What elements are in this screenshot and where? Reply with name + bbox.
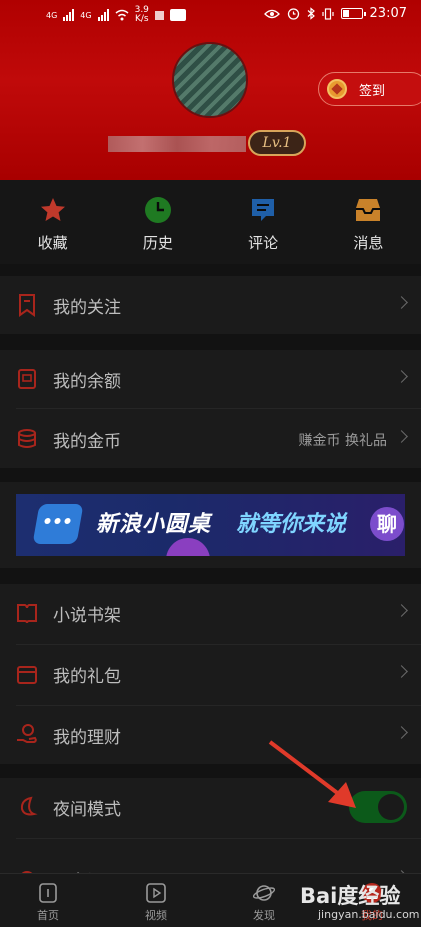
gift-icon	[17, 666, 37, 684]
quick-action-comments[interactable]: 评论	[211, 180, 316, 264]
menu-label: 我的理财	[53, 728, 121, 748]
status-left: 4G 4G 3.9 K/s	[46, 6, 186, 24]
coins-icon	[18, 429, 36, 448]
tab-video[interactable]: 视频	[126, 874, 186, 927]
row-divider	[16, 838, 421, 839]
clock-icon	[144, 197, 171, 223]
quick-action-label: 历史	[142, 234, 173, 252]
chevron-right-icon	[395, 370, 408, 383]
baidu-jingyan-watermark: Bai度经验 jingyan.baidu.com	[300, 880, 420, 924]
clock-time: 23:07	[369, 6, 407, 21]
banner-badge: 聊	[370, 507, 404, 541]
promo-banner[interactable]: 新浪小圆桌 就等你来说 聊	[16, 494, 405, 556]
profile-header: 4G 4G 3.9 K/s 23:07 签到 Lv.1	[0, 0, 421, 180]
home-icon	[39, 883, 57, 903]
signal-icon	[63, 9, 75, 21]
status-bar: 4G 4G 3.9 K/s 23:07	[0, 0, 421, 30]
menu-label: 我的礼包	[53, 667, 121, 687]
menu-section-wallet: 我的余额 我的金币 赚金币 换礼品	[0, 350, 421, 468]
coin-icon	[327, 79, 347, 99]
menu-label: 我的关注	[53, 298, 121, 318]
network-type-left: 4G	[46, 10, 58, 20]
menu-row-bookshelf[interactable]: 小说书架	[0, 584, 421, 642]
avatar[interactable]	[172, 42, 248, 118]
quick-action-label: 收藏	[37, 234, 68, 252]
menu-label: 小说书架	[53, 606, 121, 626]
banner-decoration	[166, 538, 210, 556]
username-blurred	[108, 136, 246, 152]
app-notification-icon	[169, 9, 186, 21]
network-type-right: 4G	[80, 10, 92, 20]
planet-icon	[253, 885, 275, 901]
chevron-right-icon	[395, 604, 408, 617]
chevron-right-icon	[395, 296, 408, 309]
coins-subtext: 赚金币 换礼品	[298, 433, 387, 449]
bluetooth-icon	[307, 7, 315, 20]
vibrate-icon	[321, 7, 334, 20]
speed-unit: K/s	[134, 14, 149, 24]
chevron-right-icon	[395, 726, 408, 739]
quick-action-favorites[interactable]: 收藏	[0, 180, 105, 264]
menu-row-follow[interactable]: 我的关注	[0, 276, 421, 334]
wifi-icon	[115, 9, 129, 21]
banner-slogan: 就等你来说	[236, 512, 347, 537]
row-divider	[16, 408, 421, 409]
eye-icon	[263, 9, 280, 18]
chevron-right-icon	[395, 665, 408, 678]
quick-action-label: 评论	[248, 234, 279, 252]
alarm-icon	[287, 8, 299, 20]
tab-discover[interactable]: 发现	[234, 874, 294, 927]
chat-bubble-icon	[32, 504, 84, 544]
tab-label: 首页	[37, 909, 59, 922]
toggle-knob	[378, 794, 404, 820]
inbox-icon	[356, 199, 381, 221]
chevron-right-icon	[395, 430, 408, 443]
watermark-url: jingyan.baidu.com	[318, 908, 420, 921]
notification-icon	[154, 10, 164, 20]
signin-label: 签到	[359, 83, 386, 99]
menu-label: 夜间模式	[53, 800, 121, 820]
comment-icon	[252, 199, 275, 221]
menu-section-follow: 我的关注	[0, 276, 421, 334]
quick-action-messages[interactable]: 消息	[316, 180, 421, 264]
moon-icon	[20, 796, 38, 816]
network-speed: 3.9 K/s	[135, 6, 149, 24]
star-icon	[40, 198, 65, 221]
menu-label: 我的余额	[53, 372, 121, 392]
banner-title: 新浪小圆桌	[96, 512, 212, 537]
bookmark-icon	[19, 294, 35, 317]
quick-action-history[interactable]: 历史	[105, 180, 210, 264]
menu-row-balance[interactable]: 我的余额	[0, 350, 421, 408]
tab-label: 视频	[145, 909, 167, 922]
battery-level	[342, 10, 349, 17]
menu-row-coins[interactable]: 我的金币 赚金币 换礼品	[0, 410, 421, 468]
battery-icon	[340, 8, 366, 19]
quick-actions: 收藏 历史 评论 消息	[0, 180, 421, 264]
level-badge[interactable]: Lv.1	[248, 130, 306, 156]
status-right: 23:07	[263, 6, 407, 21]
menu-section-services: 小说书架 我的礼包 我的理财	[0, 584, 421, 764]
wallet-icon	[18, 369, 36, 389]
tab-home[interactable]: 首页	[18, 874, 78, 927]
menu-row-gifts[interactable]: 我的礼包	[0, 645, 421, 703]
book-icon	[17, 604, 37, 624]
hand-coin-icon	[17, 724, 37, 743]
signal-icon-2	[97, 9, 109, 21]
watermark-brand: Bai度经验	[300, 884, 401, 908]
signin-button[interactable]: 签到	[318, 72, 421, 106]
quick-action-label: 消息	[353, 234, 384, 252]
menu-label: 我的金币	[53, 432, 121, 452]
video-icon	[146, 883, 166, 903]
annotation-arrow	[268, 740, 356, 808]
tab-label: 发现	[253, 909, 275, 922]
